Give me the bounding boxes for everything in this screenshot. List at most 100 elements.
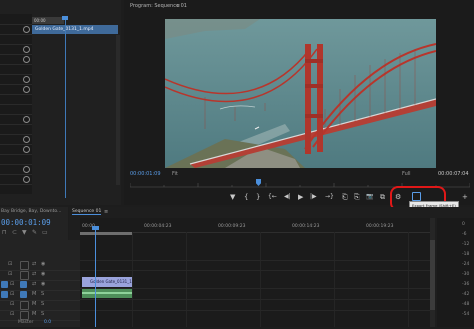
keyframe-icon[interactable] bbox=[23, 136, 30, 143]
grid-line bbox=[260, 232, 261, 327]
meter-scale-label: -54 bbox=[462, 312, 470, 317]
work-area-bar[interactable] bbox=[80, 232, 132, 235]
eye-icon[interactable]: ◉ bbox=[41, 271, 45, 277]
sync-icon[interactable]: ⇄ bbox=[32, 281, 36, 287]
track-target-toggle[interactable] bbox=[20, 291, 27, 298]
mute-icon[interactable]: M bbox=[32, 291, 36, 297]
track-divider bbox=[80, 288, 430, 289]
meter-scale-label: -18 bbox=[462, 252, 470, 257]
eye-icon[interactable]: ◉ bbox=[41, 281, 45, 287]
source-scrollbar[interactable] bbox=[116, 35, 120, 185]
track-target-toggle[interactable] bbox=[20, 281, 27, 288]
zoom-fit-select[interactable]: Fit bbox=[172, 171, 178, 177]
sync-icon[interactable]: ⇄ bbox=[32, 261, 36, 267]
go-to-in-button[interactable]: {← bbox=[268, 193, 277, 201]
source-clip-bar[interactable]: Golden Gate_0131_1.mp4 bbox=[32, 25, 118, 34]
track-divider bbox=[80, 310, 430, 311]
track-headers: ⊡ ⇄ ◉ ⊡ ⇄ ◉ ⊡ ⇄ ◉ ⊡ M S ⊡ M S ⊡ M S Mast… bbox=[0, 240, 80, 327]
source-playhead-line bbox=[65, 18, 66, 198]
meter-scale-label: -42 bbox=[462, 292, 470, 297]
wrench-icon[interactable]: ✎ bbox=[32, 229, 37, 236]
source-track-strip bbox=[0, 14, 32, 194]
golden-gate-bridge-frame bbox=[165, 19, 436, 168]
keyframe-icon[interactable] bbox=[23, 146, 30, 153]
grid-line bbox=[132, 232, 133, 327]
sync-icon[interactable]: ⇄ bbox=[32, 271, 36, 277]
lift-button[interactable]: ⎗ bbox=[342, 193, 348, 201]
source-playhead-handle[interactable] bbox=[62, 16, 68, 20]
linked-selection-icon[interactable]: ⊂ bbox=[12, 229, 17, 236]
meter-scale-label: -12 bbox=[462, 242, 470, 247]
sequence-tab[interactable]: Sequence 01 bbox=[72, 209, 102, 215]
keyframe-icon[interactable] bbox=[23, 46, 30, 53]
camera-icon[interactable]: 📷 bbox=[366, 193, 373, 201]
meter-scale-label: -48 bbox=[462, 302, 470, 307]
go-to-out-button[interactable]: →} bbox=[325, 193, 334, 201]
meter-scale-label: -30 bbox=[462, 272, 470, 277]
add-button[interactable]: + bbox=[462, 193, 468, 201]
play-stop-button[interactable]: ▶ bbox=[298, 193, 303, 201]
project-tab[interactable]: Bay Bridge, Bay, Downto... bbox=[1, 209, 61, 214]
solo-icon[interactable]: S bbox=[41, 311, 44, 317]
resolution-select[interactable]: Full bbox=[402, 171, 411, 177]
solo-icon[interactable]: S bbox=[41, 301, 44, 307]
track-divider bbox=[80, 299, 430, 300]
program-current-timecode[interactable]: 00:00:01:09 bbox=[130, 171, 161, 177]
menu-icon[interactable]: ≡ bbox=[176, 3, 180, 9]
video-preview bbox=[165, 19, 436, 168]
grid-line bbox=[186, 232, 187, 327]
solo-icon[interactable]: S bbox=[41, 291, 44, 297]
grid-line bbox=[334, 232, 335, 327]
mute-icon[interactable]: M bbox=[32, 301, 36, 307]
meter-scale-label: -6 bbox=[462, 232, 467, 237]
meter-scale-label: 0 bbox=[462, 222, 465, 227]
track-divider bbox=[80, 270, 430, 271]
source-patch-toggle[interactable] bbox=[1, 291, 8, 298]
timeline-playhead-handle[interactable] bbox=[92, 226, 99, 230]
eye-icon[interactable]: ◉ bbox=[41, 261, 45, 267]
mark-out-button[interactable]: } bbox=[256, 193, 260, 201]
ruler-tick-label: 00:00:19:23 bbox=[366, 224, 394, 229]
source-patch-toggle[interactable] bbox=[1, 281, 8, 288]
keyframe-icon[interactable] bbox=[23, 166, 30, 173]
mark-in-button[interactable]: { bbox=[244, 193, 248, 201]
step-forward-button[interactable]: |▶ bbox=[310, 193, 317, 201]
snap-icon[interactable]: ⊓ bbox=[2, 229, 7, 236]
timeline-playhead-line bbox=[95, 228, 96, 327]
video-clip[interactable]: Golden Gate_0131_1.mp4 bbox=[82, 277, 132, 287]
master-label: Master bbox=[18, 320, 34, 325]
lock-icon[interactable]: ⊡ bbox=[10, 281, 14, 287]
add-marker-button[interactable]: ▼ bbox=[230, 193, 235, 201]
track-target-toggle[interactable] bbox=[20, 271, 29, 280]
timeline-timecode[interactable]: 00:00:01:09 bbox=[1, 218, 51, 227]
add-marker-icon[interactable]: ▼ bbox=[22, 229, 27, 236]
panel-menu-icon[interactable]: ≡ bbox=[104, 209, 108, 215]
scrollbar-thumb[interactable] bbox=[430, 240, 435, 310]
keyframe-icon[interactable] bbox=[23, 56, 30, 63]
ruler-tick-label: 00:00:14:23 bbox=[292, 224, 320, 229]
lock-icon[interactable]: ⊡ bbox=[10, 291, 14, 297]
track-target-toggle[interactable] bbox=[20, 261, 29, 270]
lock-icon[interactable]: ⊡ bbox=[8, 271, 12, 277]
program-duration-timecode: 00:00:07:04 bbox=[438, 171, 469, 177]
step-back-button[interactable]: ◀| bbox=[284, 193, 291, 201]
lock-icon[interactable]: ⊡ bbox=[10, 301, 14, 307]
keyframe-icon[interactable] bbox=[23, 176, 30, 183]
captions-icon[interactable]: ▭ bbox=[42, 229, 48, 236]
track-target-toggle[interactable] bbox=[20, 301, 29, 310]
master-volume-value[interactable]: 0.0 bbox=[44, 320, 51, 325]
keyframe-icon[interactable] bbox=[23, 86, 30, 93]
audio-waveform bbox=[82, 292, 132, 294]
source-track-row[interactable] bbox=[0, 174, 32, 185]
keyframe-icon[interactable] bbox=[23, 116, 30, 123]
extract-button[interactable]: ⎘ bbox=[354, 193, 360, 201]
comparison-view-button[interactable]: ⧉ bbox=[380, 193, 385, 201]
keyframe-icon[interactable] bbox=[23, 76, 30, 83]
keyframe-icon[interactable] bbox=[23, 26, 30, 33]
mute-icon[interactable]: M bbox=[32, 311, 36, 317]
lock-icon[interactable]: ⊡ bbox=[8, 261, 12, 267]
master-track-header[interactable]: Master 0.0 bbox=[0, 319, 80, 329]
grid-line bbox=[408, 232, 409, 327]
source-timecode-label: 00:00 bbox=[32, 17, 64, 24]
lock-icon[interactable]: ⊡ bbox=[10, 311, 14, 317]
